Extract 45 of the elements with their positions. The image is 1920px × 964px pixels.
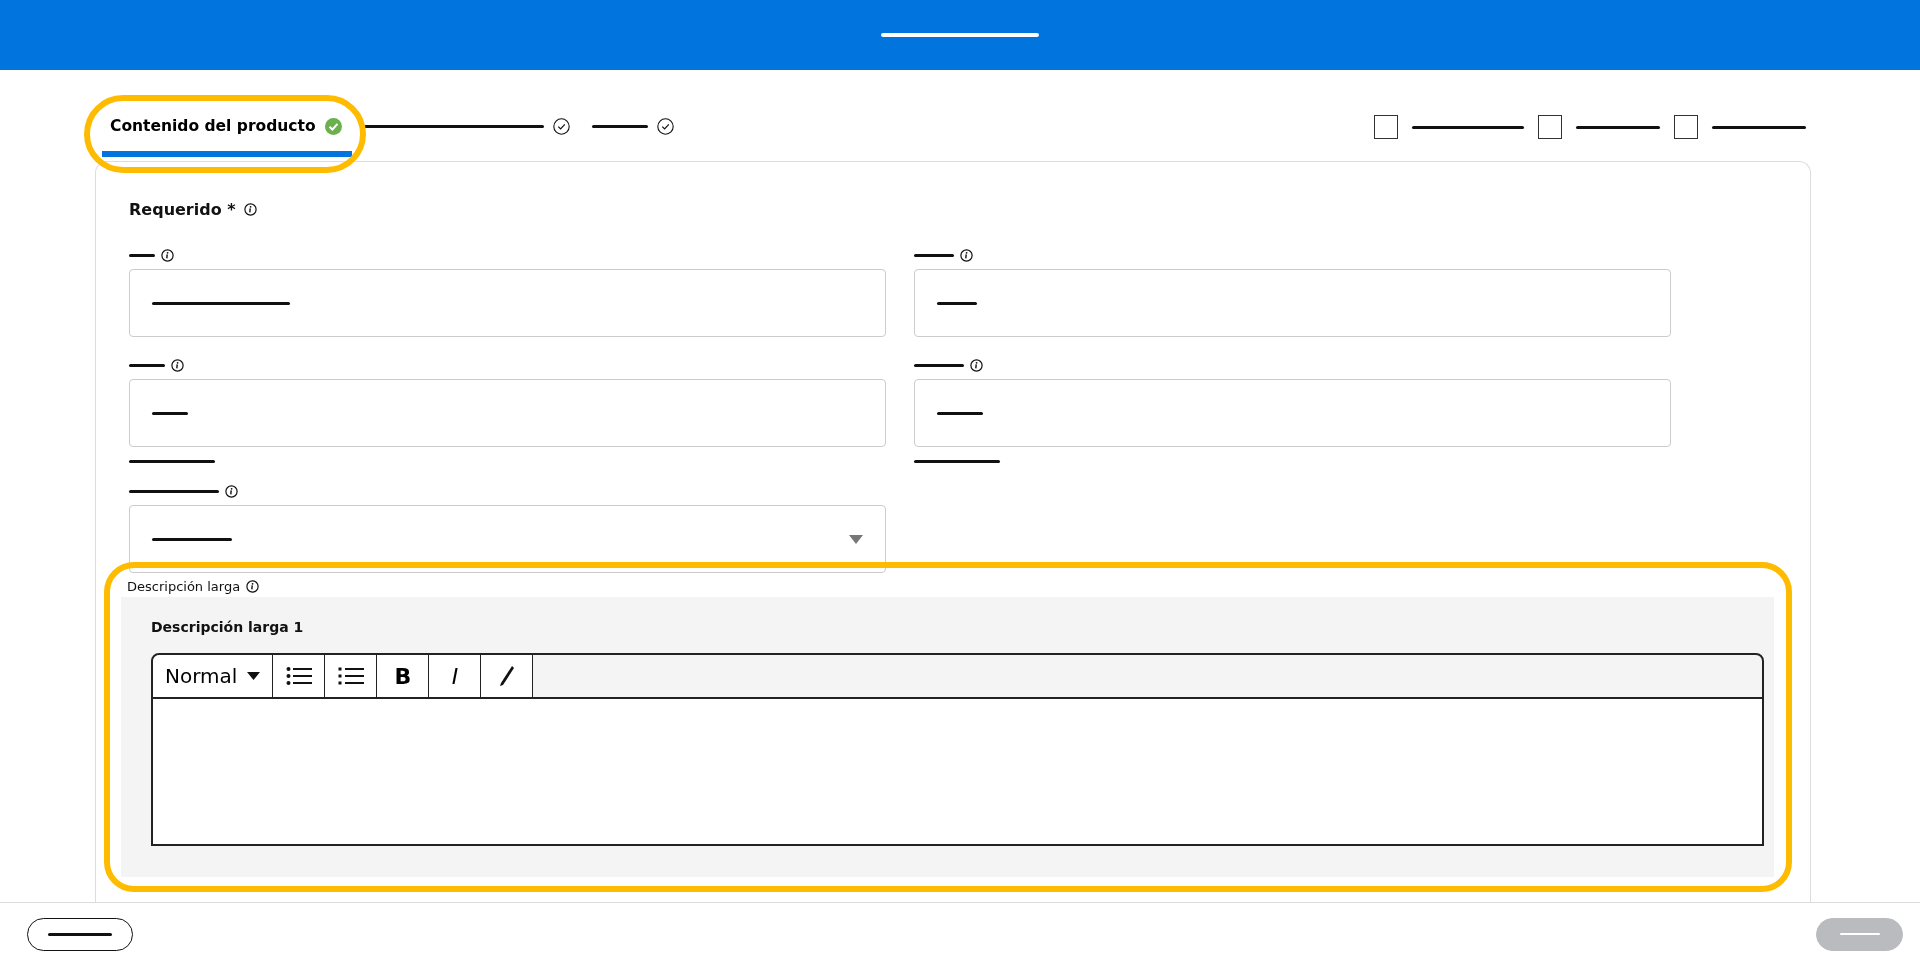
back-button[interactable] — [27, 917, 133, 951]
bulleted-list-icon — [285, 666, 312, 686]
redacted-text-line — [152, 411, 188, 415]
redacted-text-line — [129, 253, 155, 257]
info-icon[interactable] — [243, 203, 257, 216]
panel-title: Descripción larga 1 — [151, 619, 305, 635]
select-field[interactable] — [129, 505, 886, 573]
check-circle-icon — [656, 117, 674, 135]
redacted-text-line — [48, 932, 112, 936]
field-label: Descripción larga — [127, 579, 241, 594]
numbered-list-button[interactable] — [325, 655, 378, 697]
info-icon[interactable] — [225, 484, 238, 498]
checkbox[interactable] — [1374, 115, 1398, 139]
redacted-text-line — [1839, 933, 1880, 935]
section-heading: Requerido * — [129, 200, 236, 219]
format-dropdown[interactable]: Normal — [153, 655, 274, 697]
redacted-text-line — [129, 363, 165, 367]
rich-text-editor[interactable]: Normal B I — [151, 653, 1764, 846]
numbered-list-icon — [337, 666, 364, 686]
text-field[interactable] — [129, 379, 886, 447]
pen-button[interactable] — [481, 655, 534, 697]
checkbox[interactable] — [1674, 115, 1698, 139]
italic-button[interactable]: I — [429, 655, 482, 697]
dropdown-caret-icon — [247, 672, 261, 680]
info-icon[interactable] — [960, 248, 973, 262]
pen-icon — [498, 665, 515, 687]
check-circle-icon — [324, 117, 342, 135]
text-field[interactable] — [914, 379, 1671, 447]
dropdown-caret-icon — [849, 534, 863, 544]
text-field[interactable] — [914, 269, 1671, 337]
text-field[interactable] — [129, 269, 886, 337]
checkbox[interactable] — [1538, 115, 1562, 139]
redacted-text-line — [914, 253, 954, 257]
redacted-text-line — [937, 301, 977, 305]
step-tab[interactable]: Contenido del producto — [102, 115, 352, 157]
redacted-text-line — [914, 363, 964, 367]
info-icon[interactable] — [161, 248, 174, 262]
check-circle-icon — [552, 117, 570, 135]
info-icon[interactable] — [171, 358, 184, 372]
bold-button[interactable]: B — [377, 655, 430, 697]
info-icon[interactable] — [246, 580, 260, 593]
redacted-text-line — [937, 411, 983, 415]
redacted-text-line — [591, 124, 648, 128]
info-icon[interactable] — [970, 358, 983, 372]
bulleted-list-button[interactable] — [273, 655, 326, 697]
